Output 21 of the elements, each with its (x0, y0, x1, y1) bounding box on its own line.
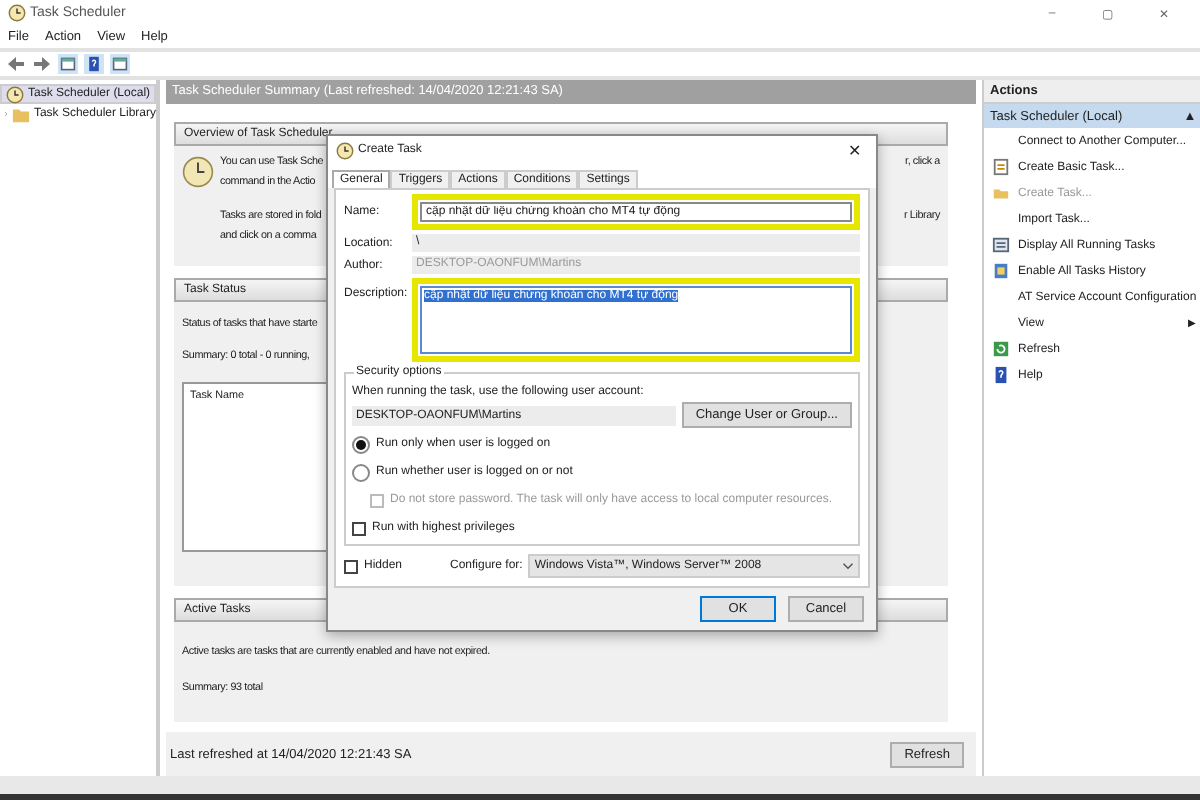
back-icon[interactable] (6, 54, 26, 74)
checkbox[interactable] (352, 521, 366, 535)
help-icon[interactable] (84, 54, 104, 74)
clock-icon (182, 156, 214, 188)
window-icon[interactable] (58, 54, 78, 74)
refresh-icon (992, 339, 1010, 357)
clock-icon (336, 141, 354, 159)
clock-icon (6, 85, 24, 103)
radio-button[interactable] (352, 435, 370, 453)
help-icon (992, 365, 1010, 383)
window-icon (992, 235, 1010, 253)
close-button[interactable]: ✕ (842, 141, 868, 159)
book-icon (992, 261, 1010, 279)
checkbox[interactable] (344, 559, 358, 573)
caret-icon (842, 562, 854, 570)
document-icon (992, 157, 1010, 175)
window-icon[interactable] (110, 54, 130, 74)
forward-icon[interactable] (32, 54, 52, 74)
radio-button[interactable] (352, 463, 370, 481)
folder-icon (992, 183, 1010, 201)
clock-icon (8, 4, 26, 22)
